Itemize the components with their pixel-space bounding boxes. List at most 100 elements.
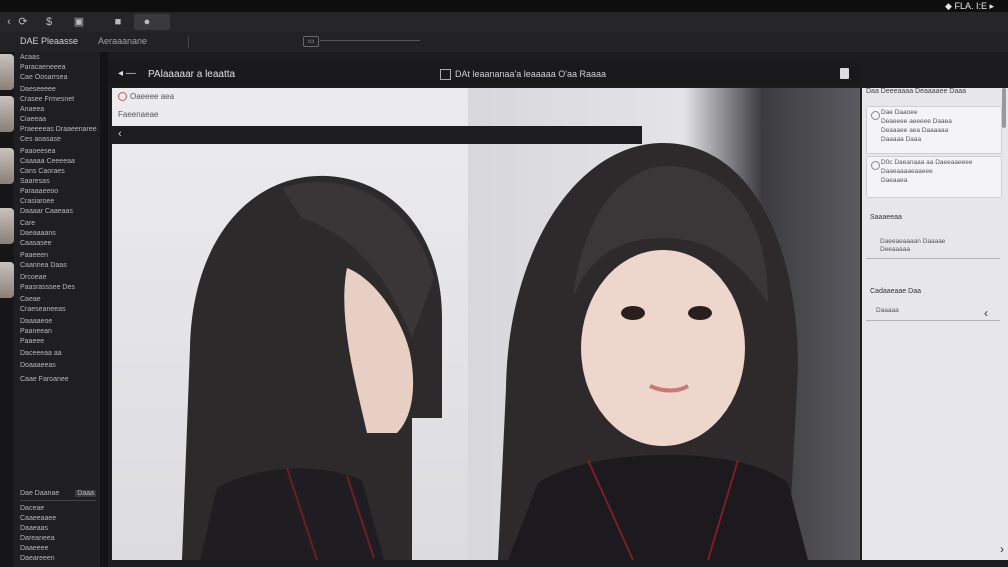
progress-line (320, 40, 420, 41)
thumbnail[interactable] (0, 148, 14, 184)
field-value: Daaaaa (876, 307, 899, 314)
sidebar-item[interactable]: Paaeee (20, 338, 44, 345)
sidebar-item[interactable]: Paaoeesea (20, 148, 55, 155)
status-indicator: ◆ FLA. I:E ▸ (945, 1, 994, 11)
sidebar-item[interactable]: Paaneean (20, 328, 52, 335)
card-line: D0c Daeanaaa aa Daeeaaeeee (881, 159, 973, 166)
main-header: ◂ — PAlaaaaar a leaatta DAt leaananaa'a … (108, 62, 860, 86)
overlay-toolbar: ‹ (112, 126, 642, 144)
card-line: Daaaaa Daaa (881, 136, 922, 143)
sidebar-footer-item[interactable]: Caaeeaaee (20, 515, 96, 522)
sidebar-footer-header: Dae Daanae (20, 490, 60, 497)
page-subtitle: DAt leaananaa'a leaaaaa O'aa Raaaa (455, 69, 607, 79)
option-card[interactable]: Dae Daaoee Deaeeee aeeeee Daaea Deaaaee … (866, 106, 1002, 154)
section-field[interactable]: Daaaaa (866, 304, 1000, 321)
sidebar-footer-item[interactable]: Daceae (20, 505, 96, 512)
thumbnail[interactable] (0, 96, 14, 132)
sidebar-item[interactable]: Daaaaeoe (20, 318, 52, 325)
back-icon[interactable]: ‹ (2, 15, 16, 29)
sidebar-footer-item[interactable]: Daeareeen (20, 555, 96, 562)
sidebar-item[interactable]: Cae Oosarrsea (20, 74, 67, 81)
section-label: Saaaeeaa (870, 214, 902, 221)
panel-toggle-button[interactable]: ▭ (303, 36, 319, 47)
window-icon[interactable]: ▣ (72, 15, 86, 29)
tab-divider (188, 36, 189, 48)
sidebar-item[interactable]: Daeseeeee (20, 86, 56, 93)
image-icon[interactable] (440, 69, 451, 80)
canvas-overlay: Oaeeee aea Faeenaeae ‹ (112, 88, 642, 144)
sidebar-item[interactable]: Paraaaeeoo (20, 188, 58, 195)
radio-icon[interactable] (871, 161, 880, 170)
overlay-secondary-label: Faeenaeae (118, 110, 159, 119)
sidebar-divider (100, 52, 108, 567)
sidebar-item[interactable]: Caasasee (20, 240, 52, 247)
card-line: Dae Daaoee (881, 109, 918, 116)
toolbar: ‹ ⟳ $ ▣ ■ ● (0, 12, 1008, 33)
card-line: Deaaaee aea Daaaaaa (881, 127, 949, 134)
sidebar-item[interactable]: Daaaar Caaeaas (20, 208, 73, 215)
sidebar-item[interactable]: Praeeeeas Draaeenaree (20, 126, 97, 133)
sidebar-item[interactable]: Cans Caoraes (20, 168, 65, 175)
sidebar-item[interactable]: Crasee Frmesnet (20, 96, 74, 103)
photo-profile-view[interactable] (112, 88, 468, 560)
radio-icon[interactable] (871, 111, 880, 120)
photo-front-view[interactable] (468, 88, 860, 560)
thumbnail[interactable] (0, 54, 14, 90)
sidebar: Acaas Paracaeneeea Cae Oosarrsea Daeseee… (14, 52, 101, 567)
stop-icon[interactable]: ■ (111, 15, 125, 29)
image-canvas[interactable]: Oaeeee aea Faeenaeae ‹ (112, 88, 860, 560)
field-line: Deeaaaaa (880, 246, 910, 253)
chevron-left-icon[interactable]: ‹ (984, 306, 988, 320)
scrollbar[interactable] (1002, 88, 1006, 128)
sidebar-item[interactable]: Caae Faroanee (20, 376, 69, 383)
page-title: PAlaaaaar a leaatta (148, 69, 236, 80)
document-icon[interactable] (840, 68, 849, 79)
card-line: Deaeeee aeeeee Daaea (881, 118, 952, 125)
field-line: Daeeaeaaaan Daaaae (880, 238, 946, 245)
sidebar-item[interactable]: Crasiaroee (20, 198, 54, 205)
sidebar-footer-item[interactable]: Dareaneea (20, 535, 96, 542)
sidebar-item[interactable]: Care (20, 220, 35, 227)
sidebar-item[interactable]: Drcoeae (20, 274, 46, 281)
thumbnail[interactable] (0, 208, 14, 244)
sidebar-item[interactable]: Caaaaa Ceeeeaa (20, 158, 75, 165)
tab-second[interactable]: Aeraaanane (98, 36, 147, 46)
card-line: Daaeaaaaeaaeee (881, 168, 933, 175)
sidebar-item[interactable]: Caeae (20, 296, 41, 303)
sidebar-item[interactable]: Ciaeeaa (20, 116, 46, 123)
chevron-right-icon[interactable]: › (1000, 542, 1004, 556)
option-card[interactable]: D0c Daeanaaa aa Daeeaaeeee Daaeaaaaeaaee… (866, 156, 1002, 198)
sidebar-item[interactable]: Saaresas (20, 178, 50, 185)
sidebar-item[interactable]: Caannea Daas (20, 262, 67, 269)
card-line: Daeaaea (881, 177, 908, 184)
message-icon[interactable]: ● (140, 15, 154, 29)
sidebar-item[interactable]: Daeaaaans (20, 230, 56, 237)
sidebar-item[interactable]: Paracaeneeea (20, 64, 66, 71)
panel-header: Daa Deeeaaaa Deaaaaee Daaa (866, 88, 967, 95)
sidebar-item[interactable]: Doaaaeeas (20, 362, 56, 369)
section-label: Cadaaeaae Daa (870, 288, 921, 295)
sidebar-footer-item[interactable]: Daaeaas (20, 525, 96, 532)
properties-panel: Daa Deeeaaaa Deaaaaee Daaa Dae Daaoee De… (862, 88, 1008, 560)
sidebar-item[interactable]: Anaeea (20, 106, 44, 113)
thumbnail[interactable] (0, 262, 14, 298)
radio-icon[interactable] (118, 92, 127, 102)
sidebar-item[interactable]: Paasrasssee Des (20, 284, 75, 291)
overlay-back-icon[interactable]: ‹ (118, 128, 122, 140)
title-bar: ◆ FLA. I:E ▸ (0, 0, 1008, 12)
thumbnail-rail (0, 52, 14, 567)
sidebar-footer: Dae Daanae Daaa Daceae Caaeeaaee Daaeaas… (20, 490, 96, 565)
sidebar-footer-item[interactable]: Daaeeee (20, 545, 96, 552)
sidebar-item[interactable]: Acaas (20, 54, 39, 61)
refresh-icon[interactable]: ⟳ (16, 15, 30, 29)
section-field[interactable]: Daeeaeaaaan Daaaae Deeaaaaa (866, 234, 1000, 259)
back-arrow-icon[interactable]: ◂ — (118, 68, 136, 79)
dollar-icon[interactable]: $ (42, 15, 56, 29)
sidebar-footer-badge[interactable]: Daaa (75, 490, 96, 497)
overlay-option-row[interactable]: Oaeeee aea (118, 92, 174, 102)
tab-first[interactable]: DAE Pleaasse (20, 36, 78, 46)
sidebar-item[interactable]: Paaeeen (20, 252, 48, 259)
sidebar-item[interactable]: Daceeeaa aa (20, 350, 62, 357)
sidebar-item[interactable]: Ces aoasase (20, 136, 61, 143)
sidebar-item[interactable]: Craeseaneeas (20, 306, 66, 313)
